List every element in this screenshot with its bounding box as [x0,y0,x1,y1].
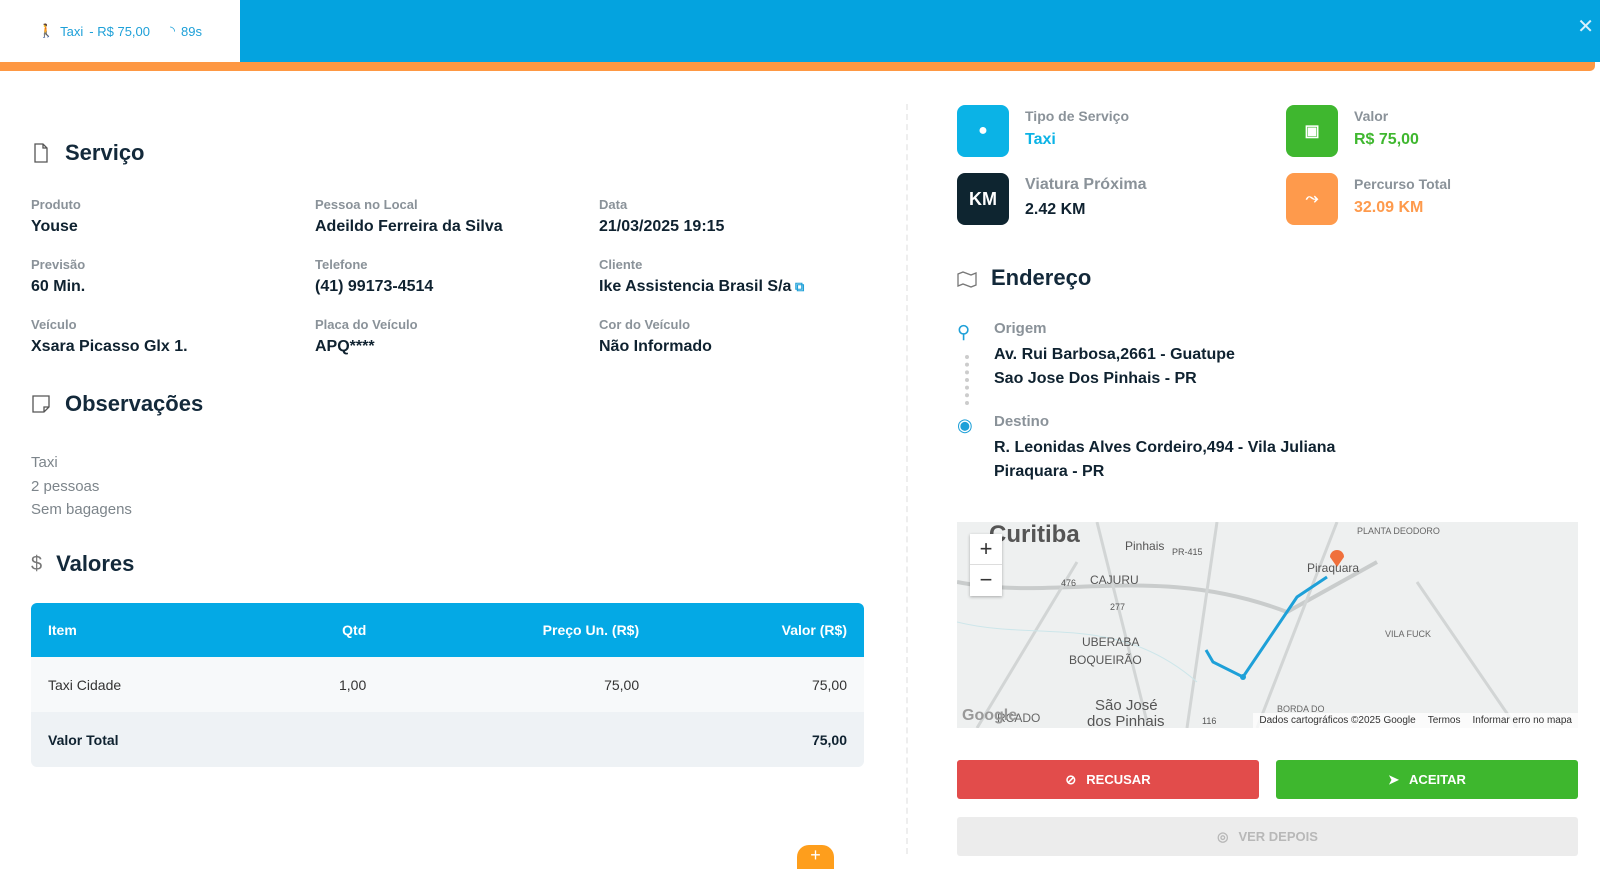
card-viatura: KM Viatura Próxima 2.42 KM [957,173,1147,225]
section-observacoes: Observações [31,391,203,417]
zoom-in-button[interactable]: + [970,534,1002,565]
send-icon: ➤ [1388,771,1400,787]
top-bar [0,0,1600,62]
terms-link[interactable]: Termos [1428,715,1461,726]
field-cor-do-ve-culo: Cor do Veículo Não Informado [599,317,712,355]
spinner-icon: ◝ [170,23,176,38]
external-link-icon[interactable]: ⧉ [791,279,804,294]
zoom-control: + − [970,534,1002,596]
map-roads: Curitiba Pinhais PR-415 PLANTA DEODORO P… [957,522,1519,728]
svg-text:UBERABA: UBERABA [1082,635,1139,649]
field-telefone: Telefone (41) 99173-4514 [315,257,434,295]
svg-text:VILA FUCK: VILA FUCK [1385,629,1431,639]
view-later-button[interactable]: ◎ VER DEPOIS [957,817,1578,856]
document-icon [34,143,48,163]
svg-text:BOQUEIRÃO: BOQUEIRÃO [1069,653,1142,667]
svg-text:PLANTA DEODORO: PLANTA DEODORO [1357,526,1440,536]
report-link[interactable]: Informar erro no mapa [1473,715,1573,726]
section-servico: Serviço [31,140,145,166]
svg-text:CAJURU: CAJURU [1090,573,1139,587]
section-endereco: Endereço [957,265,1091,291]
destination: Destino R. Leonidas Alves Cordeiro,494 - … [994,413,1336,480]
svg-text:277: 277 [1110,602,1125,612]
field-previs-o: Previsão 60 Min. [31,257,86,295]
card-percurso: ⤳ Percurso Total 32.09 KM [1286,173,1451,225]
observations: Taxi 2 pessoas Sem bagagens [31,454,132,518]
eye-icon: ◎ [1217,828,1229,844]
ban-icon: ⊘ [1065,771,1077,787]
svg-text:dos Pinhais: dos Pinhais [1087,713,1165,728]
table-total-row: Valor Total 75,00 [31,712,864,767]
table-row: Taxi Cidade 1,00 75,00 75,00 [31,657,864,712]
money-icon: ▣ [1286,105,1338,157]
field-cliente: Cliente Ike Assistencia Brasil S/a ⧉ [599,257,805,295]
section-valores: $ Valores [31,551,135,576]
km-icon: KM [957,173,1009,225]
field-placa-do-ve-culo: Placa do Veículo APQ**** [315,317,418,355]
person-icon: 🚶 [37,23,55,38]
svg-text:Pinhais: Pinhais [1125,539,1164,553]
add-button[interactable]: + [797,845,834,869]
note-icon [32,395,50,413]
svg-text:São José: São José [1095,697,1158,714]
pin-icon: ⚲ [957,322,971,342]
field-ve-culo: Veículo Xsara Picasso Glx 1. [31,317,188,355]
svg-text:Google: Google [962,707,1017,724]
divider [906,104,908,854]
tab-timer: 89s [181,23,203,39]
person-icon: ● [957,105,1009,157]
map-icon [957,271,977,288]
svg-text:PR-415: PR-415 [1172,547,1203,557]
field-data: Data 21/03/2025 19:15 [599,197,725,235]
tab-price: - R$ 75,00 [89,23,150,39]
close-icon[interactable]: ✕ [1577,14,1594,39]
origin: Origem Av. Rui Barbosa,2661 - Guatupe Sao … [994,320,1235,387]
svg-text:476: 476 [1061,578,1076,588]
progress-bar [0,62,1595,71]
card-tipo-servico: ● Tipo de Serviço Taxi [957,105,1129,157]
map[interactable]: Curitiba Pinhais PR-415 PLANTA DEODORO P… [957,522,1578,728]
zoom-out-button[interactable]: − [970,565,1002,595]
svg-text:Curitiba: Curitiba [989,522,1080,548]
svg-text:Piraquara: Piraquara [1307,561,1359,575]
route-icon: ⤳ [1286,173,1338,225]
dollar-icon: $ [31,552,43,575]
accept-button[interactable]: ➤ ACEITAR [1276,760,1578,799]
service-tab[interactable]: 🚶 Taxi - R$ 75,00 ◝ 89s [0,0,240,62]
svg-text:116: 116 [1202,716,1216,726]
reject-button[interactable]: ⊘ RECUSAR [957,760,1259,799]
field-produto: Produto Youse [31,197,81,235]
map-attribution: Dados cartográficos ©2025 Google Termos In… [1253,713,1578,728]
route-dots [965,355,969,405]
card-valor: ▣ Valor R$ 75,00 [1286,105,1419,157]
location-icon: ◉ [957,415,973,435]
tab-service: Taxi [60,23,84,39]
values-table: Item Qtd Preço Un. (R$) Valor (R$) Taxi Cid… [31,603,864,767]
field-pessoa-no-local: Pessoa no Local Adeildo Ferreira da Silva [315,197,503,235]
